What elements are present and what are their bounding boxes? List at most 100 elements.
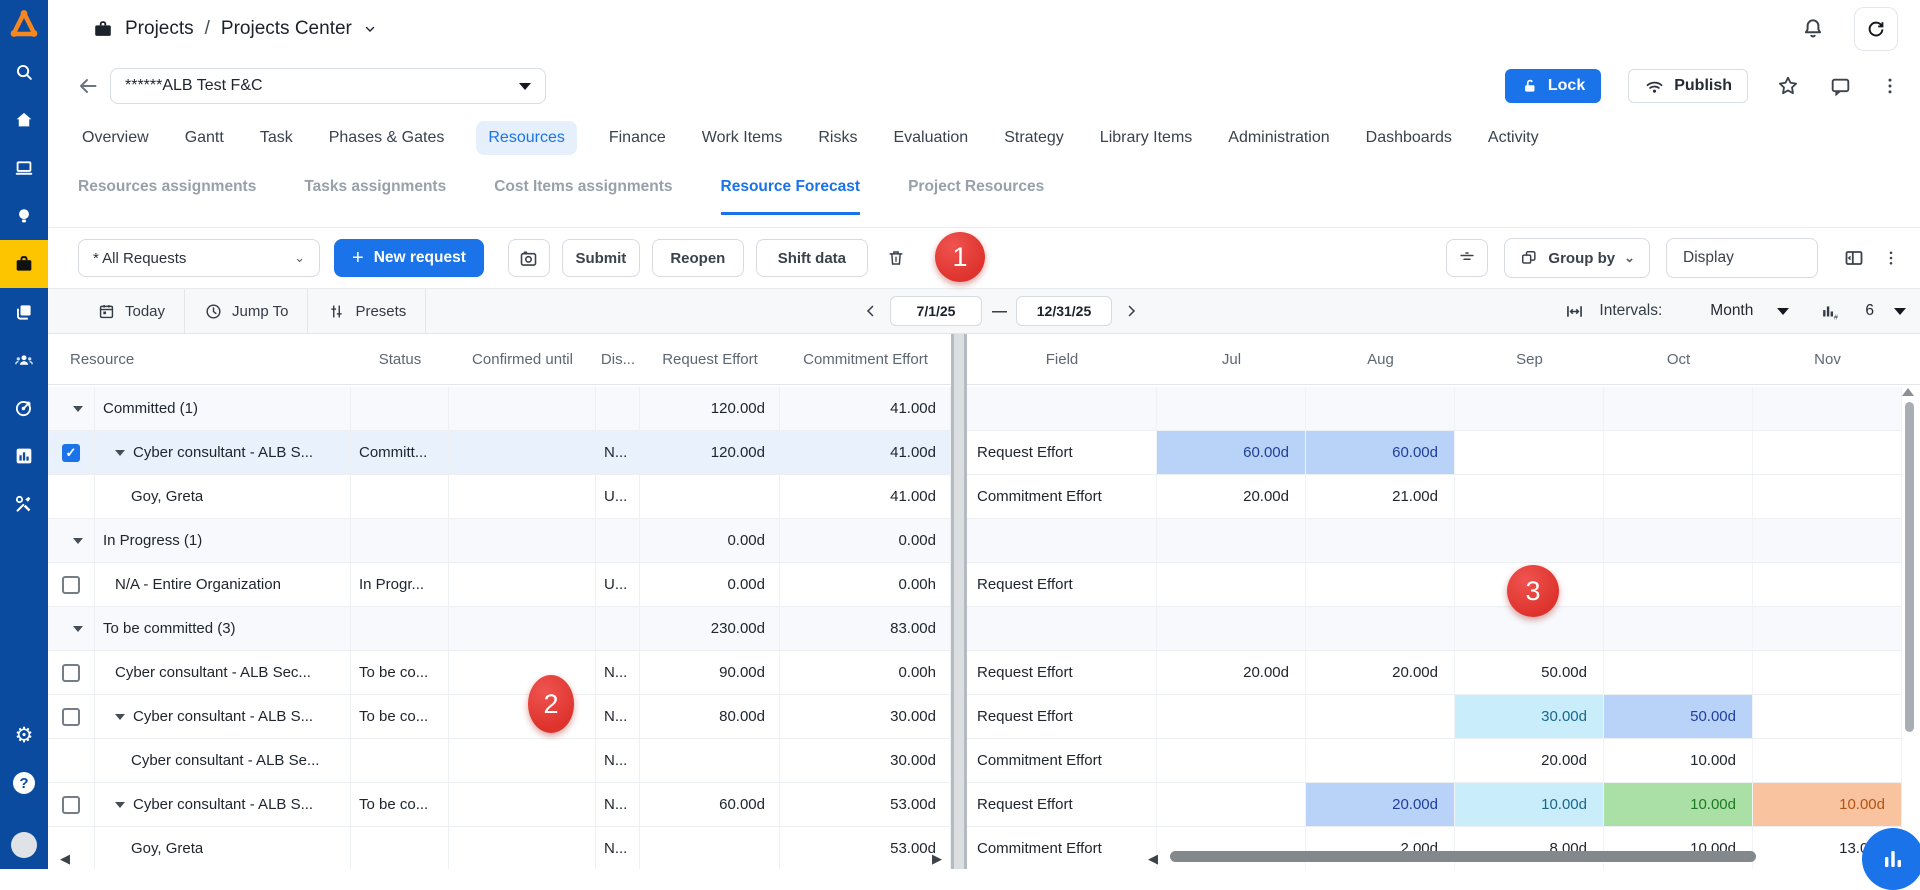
subtab-project-resources[interactable]: Project Resources (908, 178, 1044, 212)
subtab-tasks-assignments[interactable]: Tasks assignments (304, 178, 446, 212)
sidebar-item-help[interactable]: ? (0, 759, 48, 807)
month-value-cell[interactable] (1604, 475, 1753, 518)
expand-caret-icon[interactable] (115, 714, 125, 720)
month-value-cell[interactable] (1604, 387, 1753, 430)
back-arrow-icon[interactable] (76, 74, 100, 98)
month-value-cell[interactable] (1157, 827, 1306, 869)
sidebar-item-target[interactable] (0, 384, 48, 432)
month-value-cell[interactable]: 21.00d (1306, 475, 1455, 518)
month-value-cell[interactable] (1753, 387, 1902, 430)
sidebar-item-search[interactable] (0, 48, 48, 96)
month-value-cell[interactable] (1306, 607, 1455, 650)
interval-unit-caret-icon[interactable] (1777, 308, 1789, 315)
kebab-menu-icon[interactable] (1880, 74, 1900, 98)
month-value-cell[interactable] (1455, 431, 1604, 474)
column-header-aug[interactable]: Aug (1306, 334, 1455, 384)
month-value-cell[interactable]: 10.00d (1604, 739, 1753, 782)
request-filter-select[interactable]: * All Requests ⌄ (78, 239, 320, 277)
left-pane-scroll-right-arrow[interactable]: ▶ (932, 851, 942, 867)
month-value-cell[interactable] (1455, 475, 1604, 518)
expand-caret-icon[interactable] (73, 626, 83, 632)
month-value-cell[interactable]: 10.00d (1753, 783, 1902, 826)
table-row[interactable]: N/A - Entire OrganizationIn Progr...U...… (48, 563, 1902, 607)
month-value-cell[interactable] (1604, 519, 1753, 562)
month-value-cell[interactable] (1157, 783, 1306, 826)
breadcrumb-page[interactable]: Projects Center (221, 18, 352, 40)
chevron-down-icon[interactable] (363, 22, 377, 36)
tab-evaluation[interactable]: Evaluation (889, 121, 972, 155)
tab-resources[interactable]: Resources (476, 121, 576, 155)
month-value-cell[interactable]: 60.00d (1157, 431, 1306, 474)
app-logo[interactable] (0, 0, 48, 48)
expand-caret-icon[interactable] (115, 802, 125, 808)
sidebar-item-settings[interactable]: ⚙ (0, 711, 48, 759)
subtab-resource-forecast[interactable]: Resource Forecast (721, 178, 861, 215)
column-header-confirmed-until[interactable]: Confirmed until (449, 334, 596, 384)
tab-task[interactable]: Task (256, 121, 297, 155)
collapse-panel-icon[interactable] (1842, 246, 1866, 270)
column-header-status[interactable]: Status (351, 334, 449, 384)
sidebar-item-profile[interactable] (0, 821, 48, 869)
tab-risks[interactable]: Risks (814, 121, 861, 155)
column-header-sep[interactable]: Sep (1455, 334, 1604, 384)
column-header-field[interactable]: Field (967, 334, 1157, 384)
month-value-cell[interactable] (1753, 563, 1902, 606)
month-value-cell[interactable] (1306, 387, 1455, 430)
month-value-cell[interactable]: 30.00d (1455, 695, 1604, 738)
column-header-jul[interactable]: Jul (1157, 334, 1306, 384)
chevron-right-icon[interactable] (1122, 301, 1140, 321)
interval-count-caret-icon[interactable] (1894, 308, 1906, 315)
group-by-button[interactable]: Group by ⌄ (1504, 238, 1650, 278)
month-value-cell[interactable]: 2.00d (1306, 827, 1455, 869)
month-value-cell[interactable]: 10.00d (1455, 783, 1604, 826)
row-checkbox[interactable] (62, 796, 80, 814)
month-value-cell[interactable] (1753, 519, 1902, 562)
column-header-oct[interactable]: Oct (1604, 334, 1753, 384)
sidebar-item-tools[interactable] (0, 480, 48, 528)
tab-activity[interactable]: Activity (1484, 121, 1543, 155)
tab-dashboards[interactable]: Dashboards (1362, 121, 1456, 155)
chart-fab-button[interactable] (1862, 828, 1920, 890)
reopen-button[interactable]: Reopen (652, 239, 744, 277)
month-value-cell[interactable] (1604, 563, 1753, 606)
tab-strategy[interactable]: Strategy (1000, 121, 1068, 155)
month-value-cell[interactable] (1157, 739, 1306, 782)
table-row[interactable]: To be committed (3)230.00d83.00d (48, 607, 1902, 651)
horizontal-scrollbar[interactable] (1170, 851, 1756, 862)
today-button[interactable]: Today (78, 289, 184, 333)
left-pane-scroll-left-arrow[interactable]: ◀ (60, 851, 70, 867)
month-value-cell[interactable] (1157, 695, 1306, 738)
interval-count-value[interactable]: 6 (1865, 302, 1874, 320)
month-value-cell[interactable]: 20.00d (1306, 783, 1455, 826)
month-value-cell[interactable] (1604, 431, 1753, 474)
month-value-cell[interactable] (1455, 387, 1604, 430)
month-value-cell[interactable]: 10.00d (1604, 827, 1753, 869)
shift-data-button[interactable]: Shift data (756, 239, 868, 277)
month-value-cell[interactable] (1157, 519, 1306, 562)
lock-button[interactable]: Lock (1505, 69, 1601, 103)
expand-caret-icon[interactable] (73, 538, 83, 544)
row-checkbox[interactable] (62, 444, 80, 462)
sidebar-item-briefcase[interactable] (0, 240, 48, 288)
month-value-cell[interactable] (1753, 651, 1902, 694)
sidebar-item-laptop[interactable] (0, 144, 48, 192)
month-value-cell[interactable]: 50.00d (1455, 651, 1604, 694)
tab-work-items[interactable]: Work Items (698, 121, 787, 155)
month-value-cell[interactable]: 50.00d (1604, 695, 1753, 738)
column-header-request-effort[interactable]: Request Effort (640, 334, 780, 384)
delete-button[interactable] (876, 239, 916, 277)
row-checkbox[interactable] (62, 664, 80, 682)
month-value-cell[interactable] (1604, 651, 1753, 694)
chevron-left-icon[interactable] (862, 301, 880, 321)
display-button[interactable]: Display (1666, 238, 1818, 278)
subtab-cost-items-assignments[interactable]: Cost Items assignments (494, 178, 672, 212)
month-value-cell[interactable] (1306, 563, 1455, 606)
table-row[interactable]: Cyber consultant - ALB S...To be co...N.… (48, 695, 1902, 739)
tab-overview[interactable]: Overview (78, 121, 153, 155)
table-row[interactable]: Cyber consultant - ALB S...To be co...N.… (48, 783, 1902, 827)
filter-button[interactable] (1446, 239, 1488, 277)
month-value-cell[interactable]: 10.00d (1604, 783, 1753, 826)
month-value-cell[interactable] (1753, 695, 1902, 738)
kebab-menu-icon[interactable] (1882, 247, 1900, 269)
subtab-resources-assignments[interactable]: Resources assignments (78, 178, 256, 212)
